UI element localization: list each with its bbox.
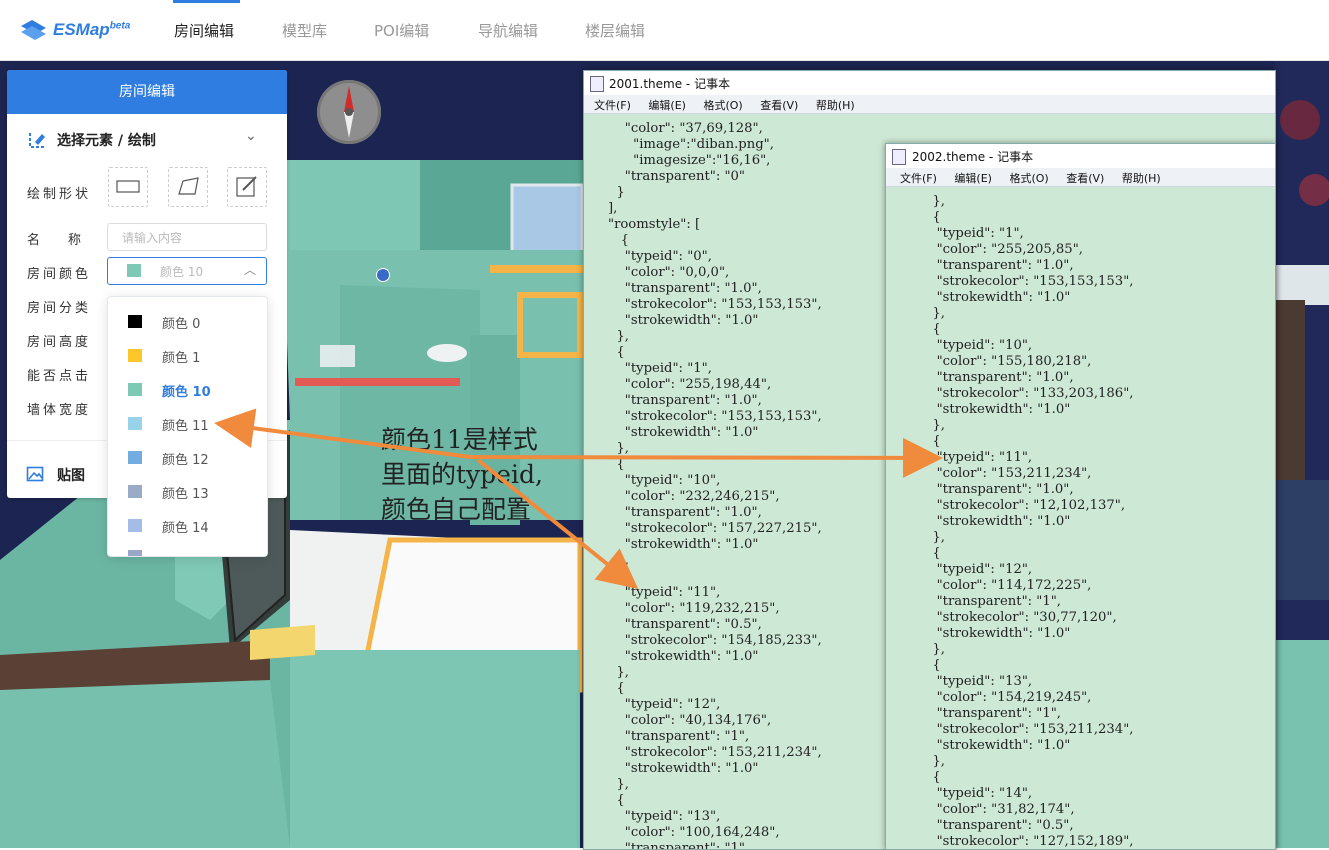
room-color-label: 房间颜色 — [27, 267, 92, 282]
color-option[interactable]: 颜色 12 — [108, 441, 267, 475]
name-input-placeholder: 请输入内容 — [122, 231, 183, 245]
window-title: 2002.theme - 记事本 — [912, 150, 1034, 164]
color-swatch — [128, 451, 142, 464]
top-navigation-bar: ESMapbeta 房间编辑 模型库 POI编辑 导航编辑 楼层编辑 — [0, 0, 1329, 61]
window-titlebar[interactable]: 2001.theme - 记事本 — [584, 71, 1275, 95]
menu-help[interactable]: 帮助(H) — [1122, 172, 1161, 185]
esmap-logo-icon[interactable] — [18, 14, 50, 46]
name-input[interactable]: 请输入内容 — [107, 223, 267, 251]
color-option[interactable]: 颜色 14 — [108, 509, 267, 543]
menu-help[interactable]: 帮助(H) — [816, 99, 855, 112]
color-option[interactable]: 颜色 0 — [108, 305, 267, 339]
menu-format[interactable]: 格式(O) — [703, 99, 742, 112]
room-color-selected: 颜色 10 — [160, 265, 204, 279]
window-menubar: 文件(F) 编辑(E) 格式(O) 查看(V) 帮助(H) — [886, 168, 1275, 187]
active-tab-indicator — [173, 0, 240, 3]
location-marker-icon[interactable] — [376, 268, 390, 282]
draw-shape-label: 绘制形状 — [27, 187, 92, 202]
color-option[interactable]: 颜色 13 — [108, 475, 267, 509]
notepad-text-area[interactable]: }, { "typeid": "1", "color": "255,205,85… — [924, 194, 1133, 849]
rectangle-icon — [116, 180, 140, 193]
tab-room-edit[interactable]: 房间编辑 — [174, 20, 234, 41]
tab-poi-edit[interactable]: POI编辑 — [374, 20, 429, 41]
clickable-label: 能否点击 — [27, 369, 92, 384]
color-swatch — [128, 519, 142, 532]
menu-file[interactable]: 文件(F) — [900, 172, 937, 185]
room-color-dropdown: 颜色 0 颜色 1 颜色 10 颜色 11 颜色 12 颜色 13 颜色 14 — [107, 296, 268, 557]
window-titlebar[interactable]: 2002.theme - 记事本 — [886, 144, 1275, 168]
color-swatch — [128, 349, 142, 362]
polygon-icon — [178, 177, 199, 195]
room-height-label: 房间高度 — [27, 335, 92, 350]
menu-edit[interactable]: 编辑(E) — [954, 172, 992, 185]
menu-view[interactable]: 查看(V) — [760, 99, 798, 112]
chevron-up-icon: ︿ — [244, 263, 257, 277]
window-menubar: 文件(F) 编辑(E) 格式(O) 查看(V) 帮助(H) — [584, 95, 1275, 114]
notepad-text-area[interactable]: "color": "37,69,128", "image":"diban.png… — [608, 121, 822, 849]
section-texture[interactable]: 贴图 — [57, 465, 85, 485]
select-draw-icon — [29, 133, 45, 148]
annotation-text: 颜色11是样式 里面的typeid, 颜色自己配置 — [381, 425, 543, 524]
draw-rectangle-button[interactable] — [108, 167, 148, 207]
notepad-icon — [590, 76, 604, 92]
menu-format[interactable]: 格式(O) — [1009, 172, 1048, 185]
draw-freehand-button[interactable] — [227, 167, 267, 207]
menu-view[interactable]: 查看(V) — [1066, 172, 1104, 185]
room-category-label: 房间分类 — [27, 301, 92, 316]
tab-model-library[interactable]: 模型库 — [282, 20, 327, 41]
menu-edit[interactable]: 编辑(E) — [648, 99, 686, 112]
color-swatch — [128, 315, 142, 328]
edit-draw-icon — [236, 176, 257, 197]
section-select-draw[interactable]: 选择元素 / 绘制 — [57, 130, 156, 150]
compass-icon[interactable] — [317, 80, 381, 144]
color-swatch — [128, 417, 142, 430]
chevron-down-icon[interactable]: ⌄ — [245, 128, 257, 144]
image-icon — [26, 466, 44, 482]
color-swatch-partial — [128, 550, 142, 556]
color-option-selected[interactable]: 颜色 10 — [108, 373, 267, 407]
color-swatch — [127, 264, 141, 277]
draw-polygon-button[interactable] — [168, 167, 208, 207]
tab-navigation-edit[interactable]: 导航编辑 — [478, 20, 538, 41]
logo-text[interactable]: ESMapbeta — [53, 20, 130, 40]
color-option[interactable]: 颜色 1 — [108, 339, 267, 373]
panel-title: 房间编辑 — [7, 70, 287, 114]
color-option[interactable]: 颜色 11 — [108, 407, 267, 441]
window-title: 2001.theme - 记事本 — [609, 77, 731, 91]
wall-width-label: 墙体宽度 — [27, 403, 92, 418]
menu-file[interactable]: 文件(F) — [594, 99, 631, 112]
name-label: 名称 — [27, 233, 110, 248]
room-color-select[interactable]: 颜色 10 ︿ — [107, 257, 267, 285]
notepad-icon — [892, 149, 906, 165]
color-swatch — [128, 383, 142, 396]
color-swatch — [128, 485, 142, 498]
notepad-window-2002: 2002.theme - 记事本 文件(F) 编辑(E) 格式(O) 查看(V)… — [885, 143, 1276, 850]
tab-floor-edit[interactable]: 楼层编辑 — [585, 20, 645, 41]
